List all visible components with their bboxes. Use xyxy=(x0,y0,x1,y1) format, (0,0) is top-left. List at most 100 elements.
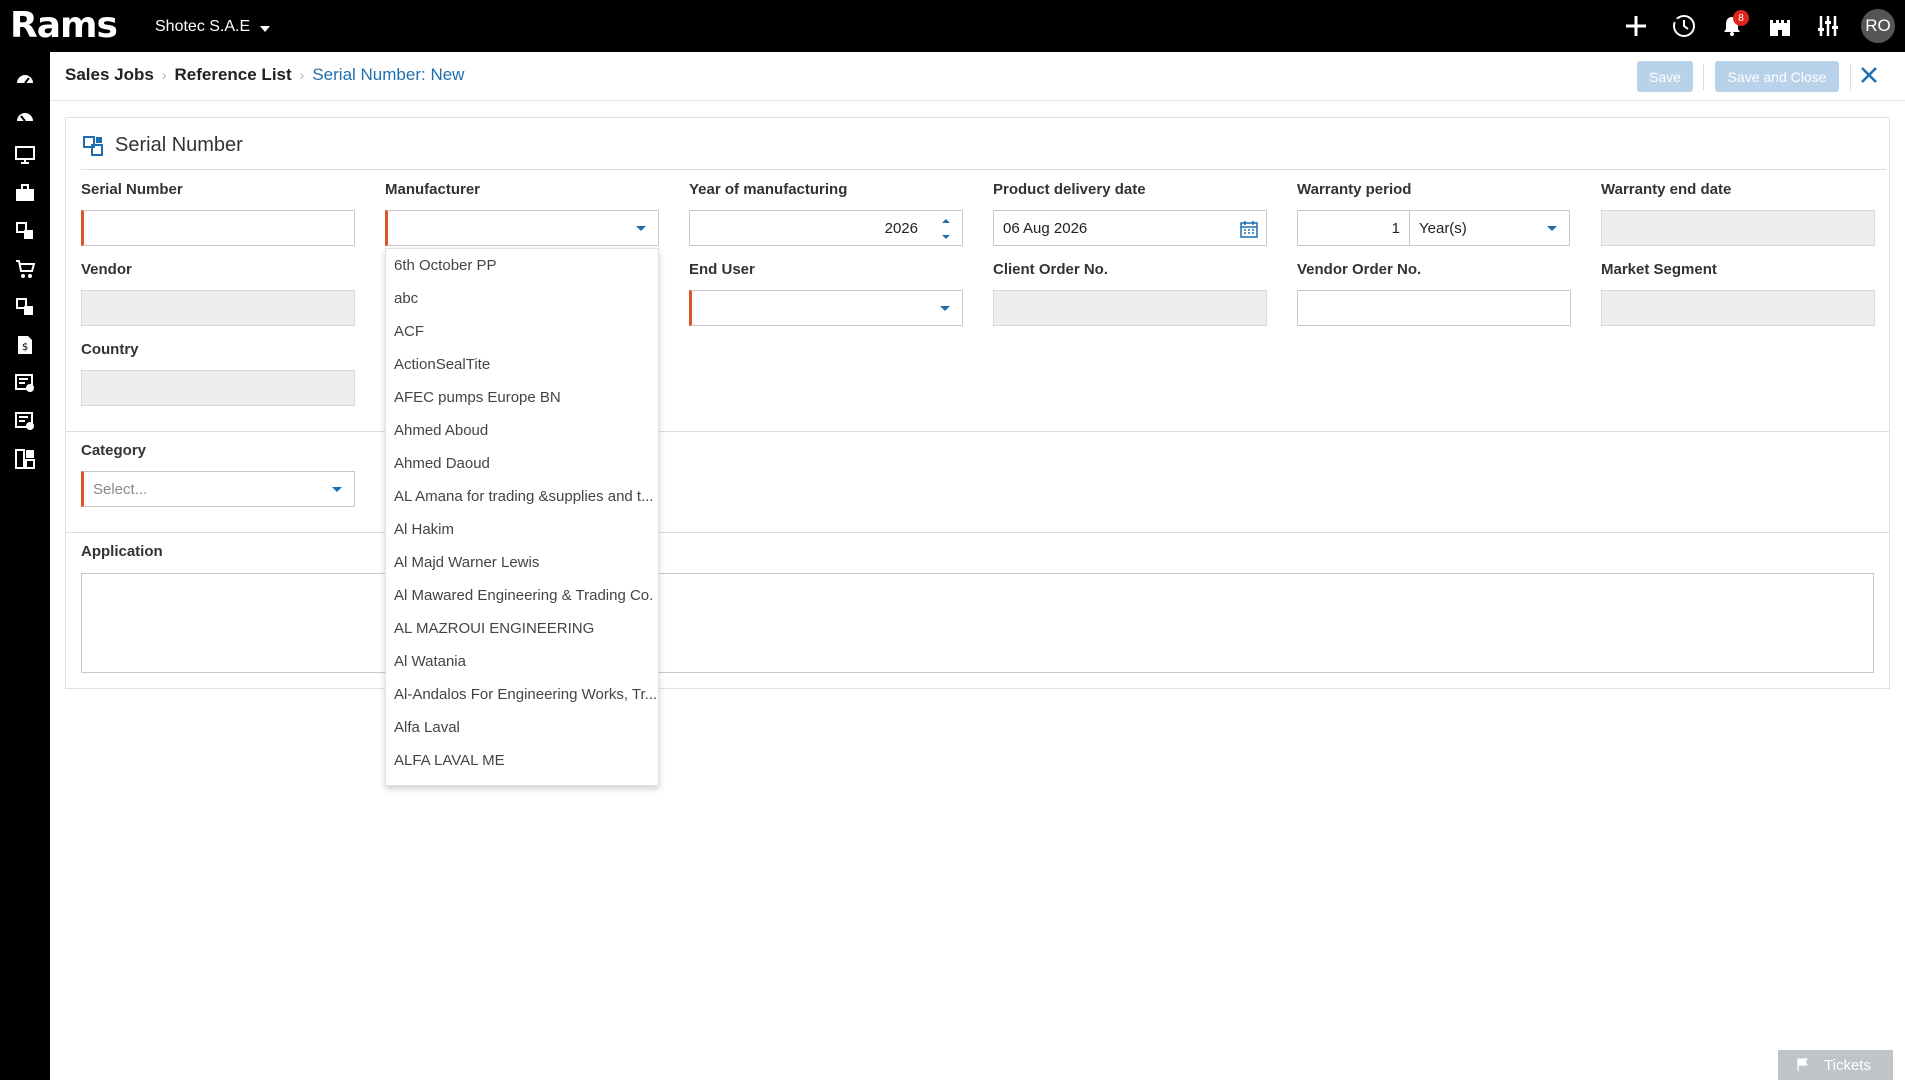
manufacturer-option[interactable]: ALFA LAVAL ME xyxy=(386,744,658,777)
country-label: Country xyxy=(81,341,139,358)
delivery-date-input[interactable]: 06 Aug 2026 xyxy=(993,210,1267,246)
manufacturer-option[interactable]: ActionSealTite xyxy=(386,348,658,381)
warranty-unit-select[interactable]: Year(s) xyxy=(1409,210,1570,246)
castle-icon[interactable] xyxy=(1765,11,1795,41)
breadcrumb-current: Serial Number: New xyxy=(312,65,465,84)
toolbar-divider xyxy=(1703,64,1704,90)
category-select[interactable]: Select... xyxy=(81,471,355,507)
chevron-right-icon: › xyxy=(161,67,167,83)
chevron-right-icon: › xyxy=(299,67,305,83)
modules-icon[interactable] xyxy=(0,290,50,324)
vendor-label: Vendor xyxy=(81,261,132,278)
section-divider xyxy=(66,532,1890,533)
application-textarea[interactable] xyxy=(81,573,1874,673)
invoice-icon[interactable]: $ xyxy=(0,328,50,362)
vendor-order-input[interactable] xyxy=(1297,290,1571,326)
save-and-close-button[interactable]: Save and Close xyxy=(1715,61,1839,92)
manufacturer-option[interactable]: ACF xyxy=(386,315,658,348)
calendar-icon[interactable] xyxy=(1240,220,1258,238)
left-rail: $ xyxy=(0,52,50,1080)
app-logo[interactable]: Rams xyxy=(10,6,118,46)
manufacturer-option[interactable]: Ahmed Aboud xyxy=(386,414,658,447)
chevron-down-icon xyxy=(636,226,646,231)
country-field xyxy=(81,370,355,406)
manufacturer-option[interactable]: AFEC pumps Europe BN xyxy=(386,381,658,414)
sliders-icon[interactable] xyxy=(1813,11,1843,41)
section-divider xyxy=(66,431,1890,432)
monitor-icon[interactable] xyxy=(0,138,50,172)
save-button[interactable]: Save xyxy=(1637,61,1693,92)
manufacturer-option[interactable]: abc xyxy=(386,282,658,315)
history-icon[interactable] xyxy=(1669,11,1699,41)
client-order-field xyxy=(993,290,1267,326)
tickets-button[interactable]: Tickets xyxy=(1778,1050,1893,1080)
market-segment-label: Market Segment xyxy=(1601,261,1717,278)
year-stepper[interactable]: 2026 xyxy=(689,210,963,246)
end-user-select[interactable] xyxy=(689,290,963,326)
company-selector[interactable]: Shotec S.A.E xyxy=(155,18,271,36)
dashboard-icon[interactable] xyxy=(0,100,50,134)
header-divider xyxy=(50,100,1905,101)
warranty-period-value: 1 xyxy=(1391,219,1400,237)
briefcase-icon[interactable] xyxy=(0,176,50,210)
grid-icon[interactable] xyxy=(0,442,50,476)
cart-icon[interactable] xyxy=(0,252,50,286)
bell-icon[interactable]: 8 xyxy=(1717,10,1749,41)
title-divider xyxy=(81,169,1886,170)
manufacturer-option[interactable]: Al Watania xyxy=(386,645,658,678)
breadcrumb-item-sales-jobs[interactable]: Sales Jobs xyxy=(65,65,154,85)
company-name: Shotec S.A.E xyxy=(155,18,251,35)
manufacturer-option[interactable]: AL MAZROUI ENGINEERING xyxy=(386,612,658,645)
market-segment-field xyxy=(1601,290,1875,326)
toolbar-divider xyxy=(1850,64,1851,90)
category-placeholder: Select... xyxy=(93,480,148,498)
delivery-date-value: 06 Aug 2026 xyxy=(1003,219,1088,237)
category-label: Category xyxy=(81,442,147,459)
warranty-period-label: Warranty period xyxy=(1297,181,1412,198)
manufacturer-option[interactable]: Al Mawared Engineering & Trading Co. xyxy=(386,579,658,612)
manufacturer-select[interactable] xyxy=(385,210,659,246)
client-order-label: Client Order No. xyxy=(993,261,1109,278)
warranty-unit-value: Year(s) xyxy=(1419,219,1467,237)
modules-icon[interactable] xyxy=(0,214,50,248)
vendor-field xyxy=(81,290,355,326)
manufacturer-option[interactable]: 6th October PP xyxy=(386,249,658,282)
manufacturer-option[interactable]: Al-Andalos For Engineering Works, Tr... xyxy=(386,678,658,711)
manufacturer-dropdown-list: 6th October PP abc ACF ActionSealTite AFEC p… xyxy=(385,248,659,786)
notification-badge: 8 xyxy=(1733,10,1749,26)
manufacturer-option[interactable]: AL Amana for trading &supplies and t... xyxy=(386,480,658,513)
warranty-period-input[interactable]: 1 xyxy=(1297,210,1410,246)
manufacturer-option[interactable]: Al Hakim xyxy=(386,513,658,546)
chevron-down-icon xyxy=(260,25,271,32)
warranty-end-label: Warranty end date xyxy=(1601,181,1732,198)
svg-text:$: $ xyxy=(22,342,28,353)
year-label: Year of manufacturing xyxy=(689,181,848,198)
vendor-order-label: Vendor Order No. xyxy=(1297,261,1422,278)
manufacturer-option[interactable]: Al Majd Warner Lewis xyxy=(386,546,658,579)
settings-list-icon[interactable] xyxy=(0,404,50,438)
breadcrumb-item-reference-list[interactable]: Reference List xyxy=(175,65,292,85)
spinner-arrows-icon[interactable] xyxy=(940,215,952,243)
flag-icon xyxy=(1797,1058,1809,1071)
breadcrumb: Sales Jobs › Reference List › Serial Num… xyxy=(65,62,464,88)
chevron-down-icon xyxy=(1547,226,1557,231)
chevron-down-icon xyxy=(332,487,342,492)
end-user-label: End User xyxy=(689,261,755,278)
manufacturer-option[interactable]: Ahmed Daoud xyxy=(386,447,658,480)
plus-icon[interactable] xyxy=(1621,11,1651,41)
year-value: 2026 xyxy=(884,219,918,237)
serial-number-input[interactable] xyxy=(81,210,355,246)
delivery-date-label: Product delivery date xyxy=(993,181,1146,198)
modules-icon xyxy=(83,136,103,156)
chevron-down-icon xyxy=(940,306,950,311)
tickets-label: Tickets xyxy=(1824,1056,1871,1074)
dashboard-icon[interactable] xyxy=(0,62,50,96)
serial-number-label: Serial Number xyxy=(81,181,183,198)
manufacturer-label: Manufacturer xyxy=(385,181,481,198)
manufacturer-option[interactable]: Alfa Laval xyxy=(386,711,658,744)
close-icon[interactable] xyxy=(1858,64,1880,86)
avatar[interactable]: RO xyxy=(1861,9,1895,43)
checklist-icon[interactable] xyxy=(0,366,50,400)
warranty-end-date-field xyxy=(1601,210,1875,246)
form-title: Serial Number xyxy=(115,134,243,156)
